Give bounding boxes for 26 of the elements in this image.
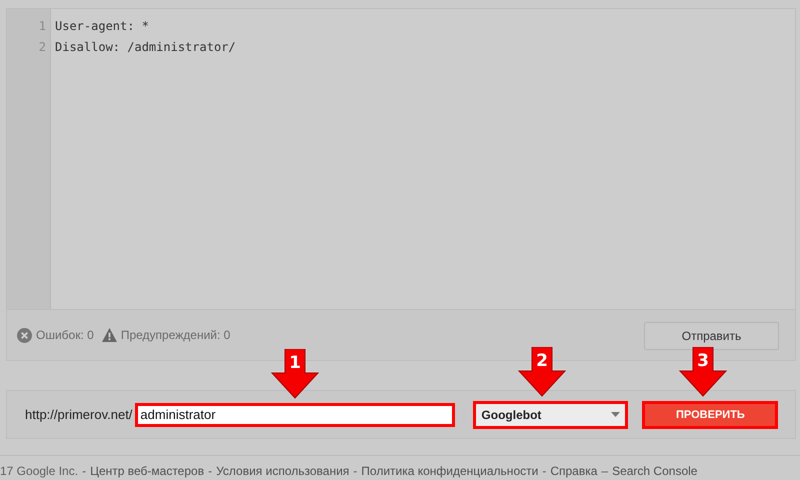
footer-separator: - — [208, 464, 212, 478]
submit-button[interactable]: Отправить — [644, 322, 779, 350]
footer-link[interactable]: Центр веб-мастеров — [90, 464, 204, 478]
error-count: Ошибок: 0 — [36, 328, 94, 342]
url-path-field[interactable]: administrator — [135, 402, 456, 426]
check-button[interactable]: ПРОВЕРИТЬ — [642, 400, 778, 428]
warning-count: Предупреждений: 0 — [120, 328, 230, 342]
warning-icon — [102, 328, 117, 342]
footer-separator: - — [542, 464, 546, 478]
footer-separator: - — [82, 464, 86, 478]
annotation-arrow: 1 — [270, 348, 320, 398]
user-agent-select[interactable]: Googlebot — [473, 400, 628, 428]
dropdown-caret-icon — [611, 412, 620, 417]
copyright-text: 17 Google Inc. — [0, 464, 78, 478]
code-line: User-agent: * — [55, 18, 150, 35]
annotation-arrow: 3 — [678, 346, 728, 396]
footer-link[interactable]: Политика конфиденциальности — [361, 464, 538, 478]
url-prefix: http://primerov.net/ — [25, 407, 132, 422]
footer-link[interactable]: Справка — [550, 464, 598, 478]
footer-link[interactable]: Search Console — [612, 464, 698, 478]
annotation-arrow: 2 — [516, 346, 567, 396]
footer-separator: - — [353, 464, 358, 478]
error-icon — [17, 328, 32, 342]
code-line: Disallow: /administrator/ — [55, 39, 236, 56]
footer-separator: – — [601, 464, 608, 478]
footer-link[interactable]: Условия использования — [216, 464, 350, 478]
